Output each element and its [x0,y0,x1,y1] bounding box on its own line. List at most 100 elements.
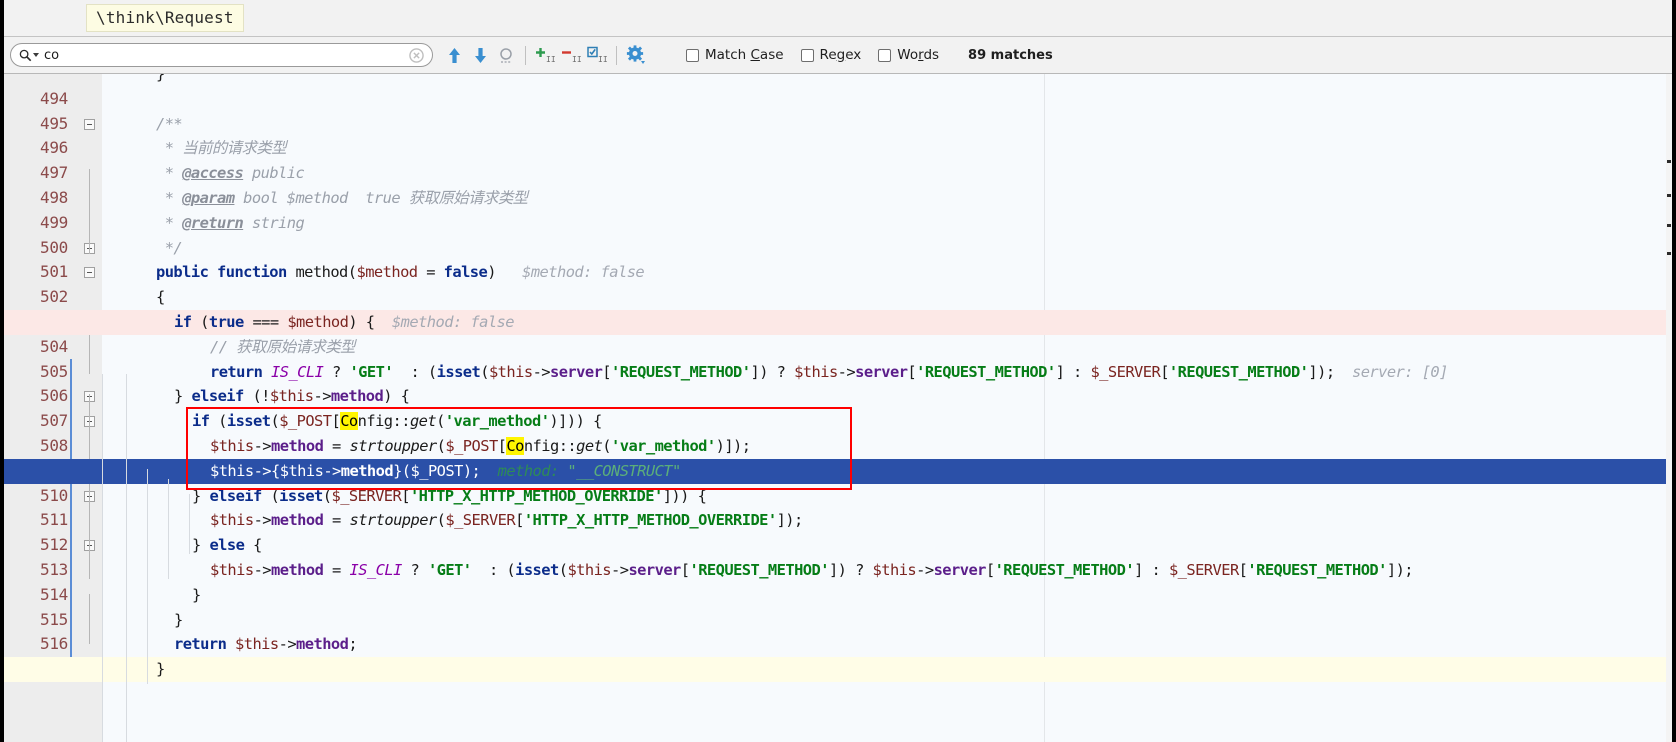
find-in-scope-button[interactable] [493,42,519,68]
match-count-label: 89 matches [968,47,1053,63]
fold-connector-line [89,394,90,579]
line-number[interactable]: 495 [40,112,68,137]
clear-icon[interactable] [409,47,424,63]
add-selection-button[interactable]: II [532,42,558,68]
line-number[interactable]: 508 [40,434,68,459]
code-line-516[interactable]: return $this->method; [174,632,358,657]
code-line-501[interactable]: public function method($method = false) … [156,260,645,285]
ide-code-editor-window: \think\Request co II II II Match Case Re… [0,0,1676,742]
code-line-499[interactable]: * @return string [156,211,305,236]
indent-guide [102,374,103,742]
code-line-495[interactable]: /** [156,112,183,137]
line-number[interactable]: 507 [40,409,68,434]
indent-guide [168,479,169,579]
toolbar-separator-2 [616,45,617,65]
match-case-label: Match Case [705,47,784,63]
find-toolbar: co II II II Match Case Regex Words 89 ma… [4,37,1672,74]
line-number[interactable]: 511 [40,508,68,533]
line-number[interactable]: 514 [40,583,68,608]
words-checkbox[interactable]: Words [878,47,939,63]
indent-guide [147,469,148,684]
select-all-occurrences-icon: II [587,46,607,64]
find-in-scope-icon [499,47,512,63]
code-line-517[interactable]: } [156,657,165,682]
regex-label: Regex [819,47,862,63]
line-number[interactable]: 497 [40,161,68,186]
code-line-496[interactable]: * 当前的请求类型 [156,136,287,161]
code-line-498[interactable]: * @param bool $method true 获取原始请求类型 [156,186,528,211]
code-line-506[interactable]: } elseif (!$this->method) { [174,384,410,409]
editor-scrollbar[interactable] [1666,74,1672,742]
arrow-down-icon [474,47,486,63]
arrow-up-icon [448,47,460,63]
line-number[interactable]: 502 [40,285,68,310]
line-number[interactable]: 504 [40,335,68,360]
scrollbar-marker [1667,224,1671,227]
line-number-gutter[interactable]: 4944954964974984995005015025035045055065… [4,74,76,742]
code-line-512[interactable]: } else { [192,533,262,558]
line-number[interactable]: 496 [40,136,68,161]
code-line-505[interactable]: return IS_CLI ? 'GET' : (isset($this->se… [210,360,1448,385]
code-line-507[interactable]: if (isset($_POST[Config::get('var_method… [192,409,602,434]
scrollbar-marker [1667,252,1671,255]
code-line-497[interactable]: * @access public [156,161,305,186]
indent-guide [126,374,127,742]
fold-gutter[interactable] [76,74,102,742]
line-number[interactable]: 513 [40,558,68,583]
checkbox-box[interactable] [878,48,892,62]
search-input[interactable]: co [44,48,409,63]
code-line-502[interactable]: { [156,285,165,310]
words-label: Words [897,47,940,63]
fold-connector-line [89,594,90,644]
toolbar-separator-1 [525,45,526,65]
search-icon [19,49,32,61]
code-line-504[interactable]: // 获取原始请求类型 [210,335,355,360]
code-line-514[interactable]: } [192,583,201,608]
line-number[interactable]: 516 [40,632,68,657]
code-line-508[interactable]: $this->method = strtoupper($_POST[Config… [210,434,751,459]
add-selection-icon: II [536,48,555,64]
method-structure-bar [70,359,72,669]
code-line-510[interactable]: } elseif (isset($_SERVER['HTTP_X_HTTP_ME… [192,484,707,509]
checkbox-box[interactable] [800,48,814,62]
code-line-500[interactable]: */ [156,236,183,261]
scrollbar-marker [1667,160,1671,163]
search-input-container[interactable]: co [10,43,433,67]
line-number[interactable]: 499 [40,211,68,236]
fold-connector-line [89,169,90,254]
fold-connector-line [89,329,90,374]
find-next-button[interactable] [467,42,493,68]
code-line-515[interactable]: } [174,608,183,633]
indent-guide [189,494,190,554]
code-editor-viewport[interactable]: 4944954964974984995005015025035045055065… [4,74,1672,742]
line-number[interactable]: 494 [40,87,68,112]
line-number[interactable]: 505 [40,360,68,385]
code-text-layer[interactable]: } /** * 当前的请求类型 * @access public * @param… [4,74,1672,742]
line-number[interactable]: 510 [40,484,68,509]
find-settings-button[interactable] [623,42,649,68]
checkbox-box[interactable] [686,48,699,62]
find-previous-button[interactable] [441,42,467,68]
code-line-503[interactable]: if (true === $method) { $method: false [174,310,515,335]
code-line-513[interactable]: $this->method = IS_CLI ? 'GET' : (isset(… [210,558,1414,583]
code-fold-toggle[interactable] [84,267,95,279]
svg-text:II: II [598,55,607,64]
code-line-509[interactable]: $this->{$this->method}($_POST); method: … [210,459,681,484]
remove-selection-button[interactable]: II [558,42,584,68]
line-number[interactable]: 498 [40,186,68,211]
chevron-down-icon[interactable] [33,53,39,57]
code-line-511[interactable]: $this->method = strtoupper($_SERVER['HTT… [210,508,803,533]
editor-tab-think-request[interactable]: \think\Request [86,4,244,32]
line-number[interactable]: 506 [40,384,68,409]
code-fold-toggle[interactable] [84,118,95,130]
code-line-partial: } [156,74,165,83]
line-number[interactable]: 500 [40,236,68,261]
select-all-occurrences-button[interactable]: II [584,42,610,68]
svg-text:II: II [572,55,581,64]
line-number[interactable]: 501 [40,260,68,285]
line-number[interactable]: 515 [40,608,68,633]
match-case-checkbox[interactable]: Match Case [686,47,784,63]
remove-selection-icon: II [562,51,581,64]
line-number[interactable]: 512 [40,533,68,558]
regex-checkbox[interactable]: Regex [800,47,862,63]
